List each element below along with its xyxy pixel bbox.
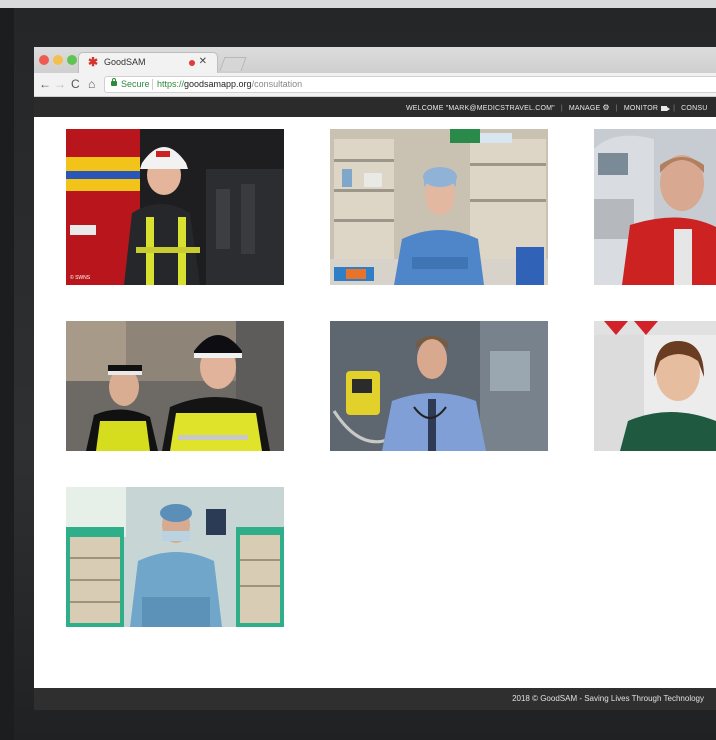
firefighter-photo-card[interactable]: © SWNS <box>66 129 284 285</box>
police-photo-card[interactable] <box>66 321 284 451</box>
doctor-photo-card[interactable] <box>330 321 548 451</box>
minimize-window-button[interactable] <box>53 55 63 65</box>
tab-goodsam[interactable]: ✱ GoodSAM ✕ <box>78 52 218 73</box>
manage-label: MANAGE <box>568 105 601 112</box>
ambulance-medic-photo-card[interactable] <box>594 321 716 451</box>
monitor-menu[interactable]: MONITOR <box>623 105 671 112</box>
nav-divider: | <box>673 105 676 112</box>
forward-arrow-icon[interactable]: → <box>54 77 66 91</box>
new-tab-button[interactable] <box>219 57 247 71</box>
url-text: https://goodsamapp.org/consultation <box>157 79 302 89</box>
url-path: /consultation <box>251 79 303 89</box>
lock-icon <box>111 78 117 86</box>
site-navbar: WELCOME "MARK@MEDICSTRAVEL.COM" | MANAGE ⚙ |… <box>34 97 716 117</box>
home-icon[interactable]: ⌂ <box>88 77 95 91</box>
top-strip <box>0 0 716 8</box>
zoom-window-button[interactable] <box>67 55 77 65</box>
seated-surgeon-photo-card[interactable] <box>66 487 284 627</box>
url-field[interactable]: Secure https://goodsamapp.org/consultati… <box>104 76 716 93</box>
bezel-shadow <box>0 8 14 740</box>
paramedic-photo-card[interactable] <box>594 129 716 285</box>
browser-window: ✱ GoodSAM ✕ ← → C ⌂ Secure https://goods… <box>34 47 716 710</box>
footer-copyright: 2018 © GoodSAM - Saving Lives Through Te… <box>512 694 704 703</box>
url-divider <box>152 79 153 90</box>
close-tab-icon[interactable]: ✕ <box>199 56 207 67</box>
consult-menu[interactable]: CONSU <box>681 105 707 112</box>
secure-label: Secure <box>121 79 150 89</box>
reload-icon[interactable]: C <box>71 77 80 91</box>
url-scheme: https:// <box>157 79 185 89</box>
tab-bar: ✱ GoodSAM ✕ <box>34 47 716 73</box>
surgeon-photo-card[interactable] <box>330 129 548 285</box>
url-domain: goodsamapp.org <box>184 79 252 89</box>
recording-indicator-icon <box>189 60 195 66</box>
tab-title: GoodSAM <box>104 57 146 67</box>
nav-divider: | <box>560 105 563 112</box>
welcome-user-link[interactable]: WELCOME "MARK@MEDICSTRAVEL.COM" <box>406 105 555 112</box>
back-arrow-icon[interactable]: ← <box>39 77 51 91</box>
goodsam-favicon-icon: ✱ <box>88 55 99 69</box>
site-footer: 2018 © GoodSAM - Saving Lives Through Te… <box>34 688 716 710</box>
monitor-label: MONITOR <box>623 105 659 112</box>
close-window-button[interactable] <box>39 55 49 65</box>
address-bar: ← → C ⌂ Secure https://goodsamapp.org/co… <box>34 73 716 97</box>
manage-menu[interactable]: MANAGE ⚙ <box>569 103 610 112</box>
photo-credit: © SWNS <box>70 274 91 281</box>
video-camera-icon <box>661 105 671 111</box>
gear-icon: ⚙ <box>602 103 610 112</box>
responder-gallery: © SWNS <box>34 117 716 688</box>
nav-divider: | <box>615 105 618 112</box>
